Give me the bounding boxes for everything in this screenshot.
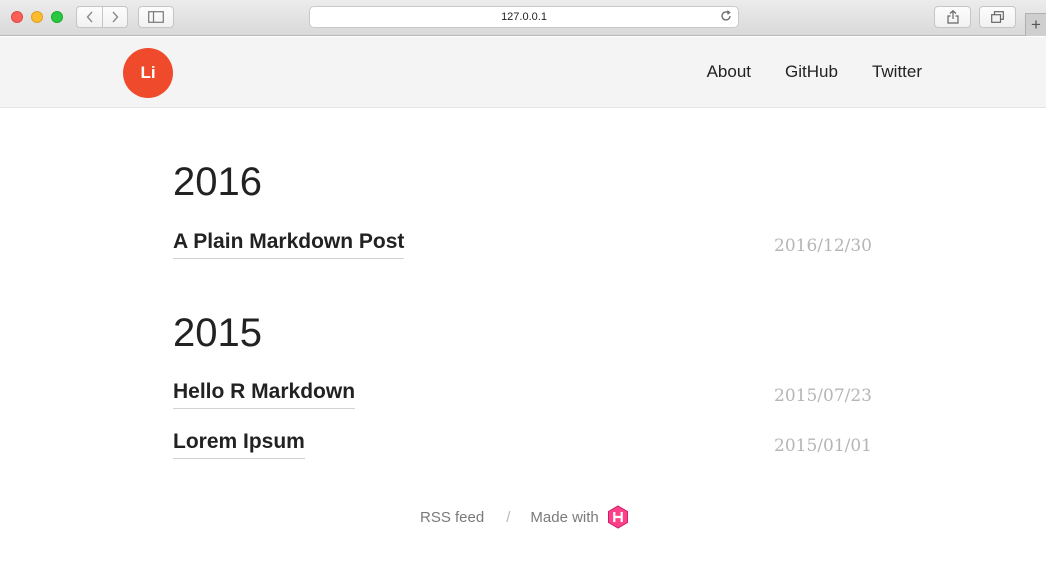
share-icon bbox=[946, 10, 959, 24]
browser-toolbar: 127.0.0.1 + bbox=[0, 0, 1046, 36]
forward-button[interactable] bbox=[102, 6, 128, 28]
main-menu: About GitHub Twitter bbox=[707, 62, 922, 82]
history-nav bbox=[76, 6, 128, 28]
menu-item-github[interactable]: GitHub bbox=[785, 62, 838, 82]
minimize-window-button[interactable] bbox=[31, 11, 43, 23]
back-button[interactable] bbox=[76, 6, 102, 28]
post-date: 2015/07/23 bbox=[774, 386, 872, 406]
maximize-window-button[interactable] bbox=[51, 11, 63, 23]
url-text: 127.0.0.1 bbox=[501, 11, 547, 23]
year-heading: 2015 bbox=[173, 311, 262, 355]
site-header: Li About GitHub Twitter bbox=[0, 37, 1046, 108]
post-date: 2016/12/30 bbox=[774, 236, 872, 256]
chevron-right-icon bbox=[112, 11, 119, 23]
post-date: 2015/01/01 bbox=[774, 436, 872, 456]
menu-item-about[interactable]: About bbox=[707, 62, 751, 82]
close-window-button[interactable] bbox=[11, 11, 23, 23]
rss-feed-link[interactable]: RSS feed bbox=[420, 509, 484, 526]
tabs-icon bbox=[991, 11, 1004, 23]
post-title-link[interactable]: Lorem Ipsum bbox=[173, 430, 305, 459]
hugo-logo-icon[interactable] bbox=[607, 505, 629, 529]
share-button[interactable] bbox=[934, 6, 971, 28]
footer-separator: / bbox=[506, 508, 511, 526]
address-bar[interactable]: 127.0.0.1 bbox=[309, 6, 739, 28]
reload-icon[interactable] bbox=[720, 10, 732, 25]
post-row: A Plain Markdown Post 2016/12/30 bbox=[173, 230, 873, 264]
post-title-link[interactable]: Hello R Markdown bbox=[173, 380, 356, 409]
menu-item-twitter[interactable]: Twitter bbox=[872, 62, 922, 82]
chevron-left-icon bbox=[86, 11, 93, 23]
site-logo[interactable]: Li bbox=[123, 48, 173, 98]
site-footer: RSS feed / Made with bbox=[420, 505, 629, 529]
year-heading: 2016 bbox=[173, 160, 262, 204]
post-title-link[interactable]: A Plain Markdown Post bbox=[173, 230, 405, 259]
new-tab-button[interactable]: + bbox=[1025, 13, 1046, 36]
made-with-label: Made with bbox=[530, 508, 599, 526]
post-row: Lorem Ipsum 2015/01/01 bbox=[173, 430, 873, 464]
sidebar-button[interactable] bbox=[138, 6, 174, 28]
sidebar-icon bbox=[148, 11, 164, 23]
show-tabs-button[interactable] bbox=[979, 6, 1016, 28]
post-row: Hello R Markdown 2015/07/23 bbox=[173, 380, 873, 414]
plus-icon: + bbox=[1031, 15, 1041, 34]
